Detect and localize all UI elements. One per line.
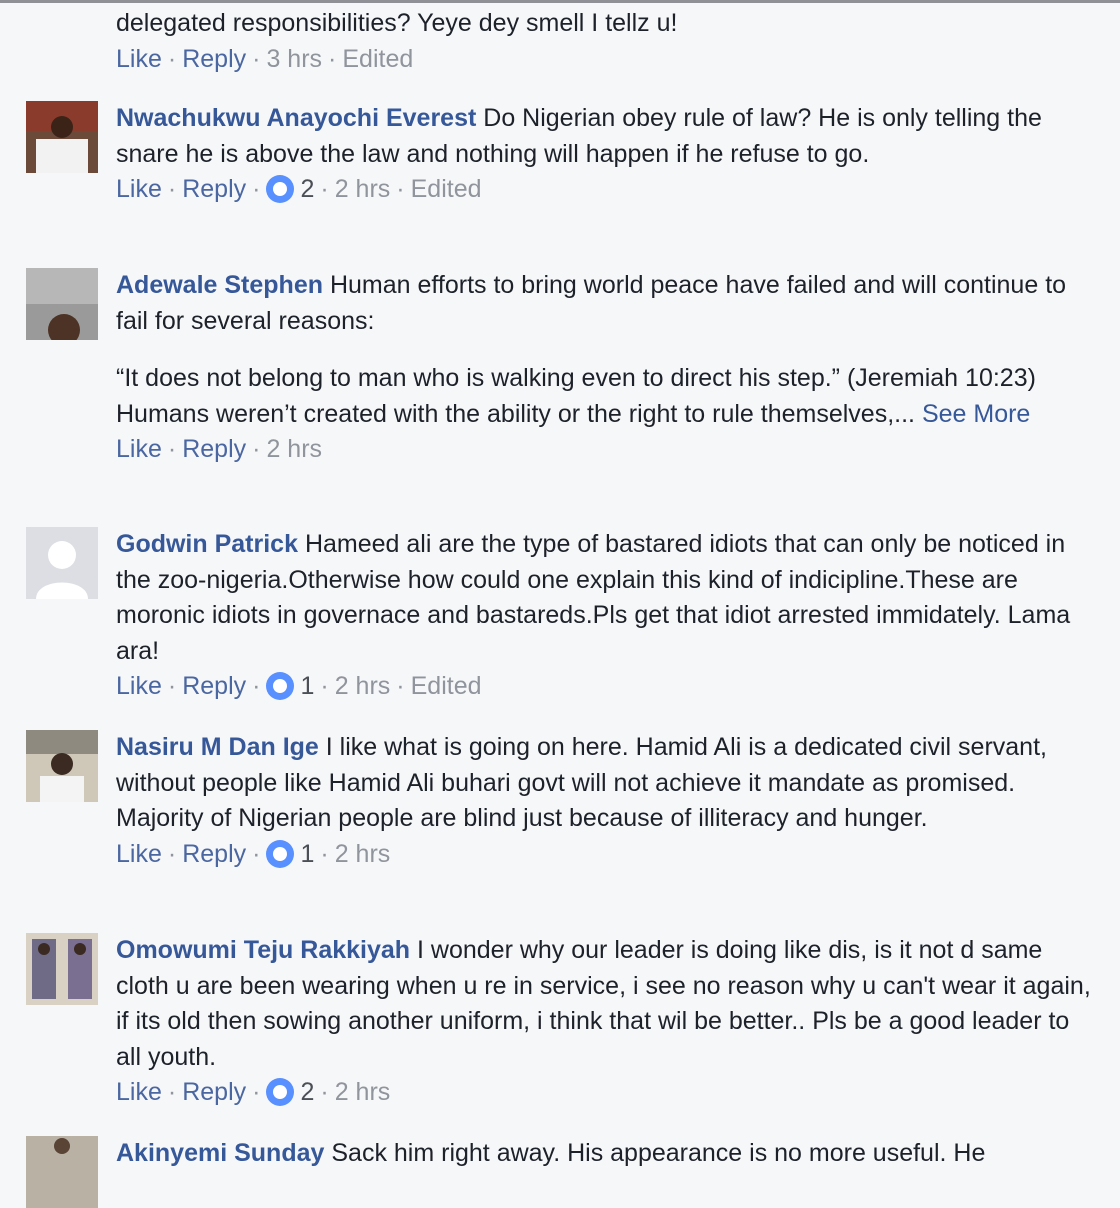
author-name[interactable]: Omowumi Teju Rakkiyah [116,936,410,964]
avatar[interactable] [26,933,98,1005]
timestamp[interactable]: 2 hrs [335,837,391,871]
reply-link[interactable]: Reply [182,1075,246,1109]
separator-dot: · [320,175,329,203]
like-reaction-icon [266,1078,295,1106]
reaction-number: 2 [300,175,315,203]
reaction-count[interactable]: 1 [266,669,314,703]
timestamp[interactable]: 2 hrs [266,432,322,466]
comment-actions: Like · Reply · 1 · 2 hrs · Edited [116,669,1096,703]
like-link[interactable]: Like [116,837,162,871]
avatar-photo-icon [26,268,98,340]
timestamp[interactable]: 2 hrs [335,669,391,703]
reaction-number: 2 [300,1078,315,1106]
reaction-count[interactable]: 2 [266,172,314,206]
comment-text: Akinyemi Sunday Sack him right away. His… [116,1136,1096,1172]
comment-text: Adewale Stephen Human efforts to bring w… [116,268,1096,339]
comment-text: delegated responsibilities? Yeye dey sme… [116,9,678,37]
comment-message: Sack him right away. His appearance is n… [331,1139,986,1167]
edited-label[interactable]: Edited [342,42,413,76]
avatar-photo-icon [26,1136,98,1208]
author-name[interactable]: Nasiru M Dan Ige [116,733,319,761]
author-name[interactable]: Akinyemi Sunday [116,1139,324,1167]
comment-text: Godwin Patrick Hameed ali are the type o… [116,527,1096,669]
reaction-number: 1 [300,839,315,868]
comment-text: Nasiru M Dan Ige I like what is going on… [116,730,1096,837]
separator-dot: · [320,1078,329,1106]
edited-label[interactable]: Edited [411,172,482,206]
reply-link[interactable]: Reply [182,42,246,76]
separator-dot: · [396,672,405,700]
reaction-count[interactable]: 2 [266,1075,314,1109]
top-border [0,0,1120,3]
avatar[interactable] [26,101,98,173]
avatar[interactable] [26,730,98,802]
like-reaction-icon [266,175,295,203]
separator-dot: · [167,435,177,463]
reply-link[interactable]: Reply [182,172,246,206]
timestamp[interactable]: 3 hrs [266,42,322,76]
like-reaction-icon [266,839,295,868]
separator-dot: · [328,44,337,73]
separator-dot: · [252,435,261,463]
like-link[interactable]: Like [116,432,162,466]
edited-label[interactable]: Edited [411,669,482,703]
separator-dot: · [320,672,329,700]
comment-text: Nwachukwu Anayochi Everest Do Nigerian o… [116,101,1096,172]
see-more-link[interactable]: See More [922,400,1030,428]
timestamp[interactable]: 2 hrs [335,172,391,206]
like-link[interactable]: Like [116,172,162,206]
comment-actions: Like · Reply · 2 · 2 hrs · Edited [116,172,1096,206]
avatar-photo-icon [26,933,98,1005]
comment-actions: Like · Reply · 3 hrs · Edited [116,42,1096,76]
separator-dot: · [252,672,261,700]
separator-dot: · [252,1078,261,1106]
avatar-photo-icon [26,101,98,173]
separator-dot: · [167,1078,177,1106]
separator-dot: · [320,839,329,868]
separator-dot: · [252,839,261,868]
reaction-number: 1 [300,672,315,700]
comment-actions: Like · Reply · 2 · 2 hrs [116,1075,1096,1109]
avatar[interactable] [26,1136,98,1208]
separator-dot: · [167,44,177,73]
reaction-count[interactable]: 1 [266,837,314,871]
comment-text: Omowumi Teju Rakkiyah I wonder why our l… [116,933,1096,1075]
reply-link[interactable]: Reply [182,669,246,703]
timestamp[interactable]: 2 hrs [335,1075,391,1109]
like-link[interactable]: Like [116,42,162,76]
separator-dot: · [252,44,261,73]
comment-actions: Like · Reply · 2 hrs [116,432,1096,466]
author-name[interactable]: Godwin Patrick [116,530,298,558]
like-reaction-icon [266,672,295,700]
quote-text: “It does not belong to man who is walkin… [116,364,1036,428]
like-link[interactable]: Like [116,1075,162,1109]
author-name[interactable]: Adewale Stephen [116,271,323,299]
default-profile-icon [26,527,98,599]
separator-dot: · [167,839,177,868]
reply-link[interactable]: Reply [182,837,246,871]
like-link[interactable]: Like [116,669,162,703]
reply-link[interactable]: Reply [182,432,246,466]
separator-dot: · [252,175,261,203]
comment-quote: “It does not belong to man who is walkin… [116,361,1096,432]
author-name[interactable]: Nwachukwu Anayochi Everest [116,104,476,132]
avatar-photo-icon [26,730,98,802]
comment-actions: Like · Reply · 1 · 2 hrs [116,837,1096,871]
separator-dot: · [396,175,405,203]
separator-dot: · [167,672,177,700]
separator-dot: · [167,175,177,203]
avatar[interactable] [26,268,98,340]
avatar[interactable] [26,527,98,599]
